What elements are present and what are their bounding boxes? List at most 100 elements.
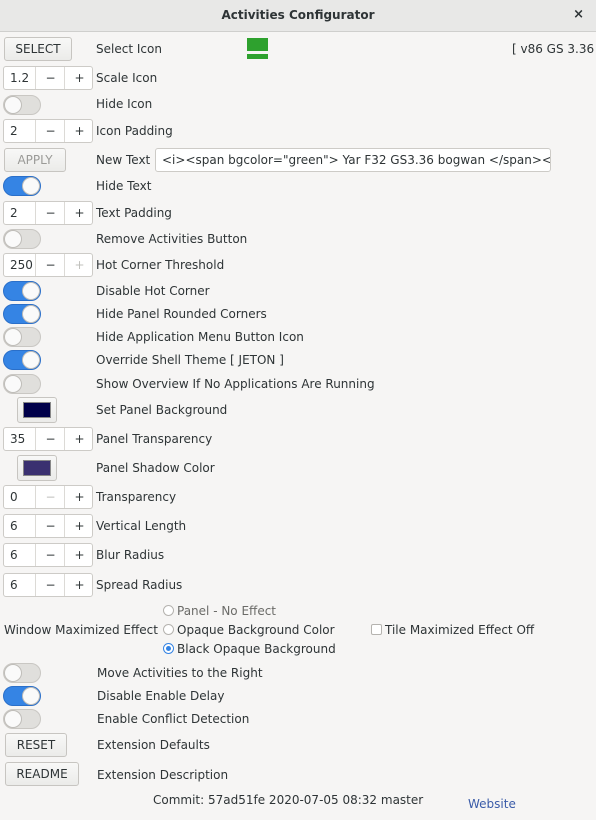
spread-radius-spinner[interactable]: 6 − + bbox=[3, 573, 93, 597]
toggle-knob bbox=[22, 351, 40, 369]
disable-hot-corner-label: Disable Hot Corner bbox=[96, 284, 210, 298]
toggle-knob bbox=[4, 710, 22, 728]
remove-activities-toggle[interactable] bbox=[3, 229, 41, 249]
vertical-length-spinner[interactable]: 6 − + bbox=[3, 514, 93, 538]
move-activities-toggle[interactable] bbox=[3, 663, 41, 683]
icon-padding-label: Icon Padding bbox=[96, 124, 173, 138]
text-padding-increment[interactable]: + bbox=[64, 202, 94, 224]
text-padding-label: Text Padding bbox=[96, 206, 172, 220]
panel-transparency-spinner[interactable]: 35 − + bbox=[3, 427, 93, 451]
vertical-length-decrement[interactable]: − bbox=[35, 515, 65, 537]
tile-maximized-effect-checkbox[interactable] bbox=[371, 624, 382, 635]
toggle-knob bbox=[4, 230, 22, 248]
radio-black-opaque-background[interactable] bbox=[163, 643, 174, 654]
icon-preview-bar bbox=[247, 54, 268, 59]
transparency-increment[interactable]: + bbox=[64, 486, 94, 508]
new-text-label: New Text bbox=[96, 153, 151, 167]
transparency-spinner[interactable]: 0 − + bbox=[3, 485, 93, 509]
close-icon[interactable]: × bbox=[573, 7, 584, 22]
apply-button[interactable]: APPLY bbox=[4, 148, 66, 172]
icon-padding-spinner[interactable]: 2 − + bbox=[3, 119, 93, 143]
hide-text-label: Hide Text bbox=[96, 179, 152, 193]
icon-padding-decrement[interactable]: − bbox=[35, 120, 65, 142]
text-padding-spinner[interactable]: 2 − + bbox=[3, 201, 93, 225]
scale-icon-increment[interactable]: + bbox=[64, 67, 94, 89]
readme-button[interactable]: README bbox=[5, 762, 79, 786]
radio-panel-no-effect[interactable] bbox=[163, 605, 174, 616]
spread-radius-value[interactable]: 6 bbox=[10, 578, 18, 592]
select-icon-button[interactable]: SELECT bbox=[4, 37, 72, 61]
panel-transparency-decrement[interactable]: − bbox=[35, 428, 65, 450]
hot-corner-threshold-increment[interactable]: + bbox=[64, 254, 94, 276]
title-bar: Activities Configurator × bbox=[0, 0, 596, 32]
hide-app-menu-label: Hide Application Menu Button Icon bbox=[96, 330, 304, 344]
blur-radius-value[interactable]: 6 bbox=[10, 548, 18, 562]
panel-transparency-increment[interactable]: + bbox=[64, 428, 94, 450]
blur-radius-spinner[interactable]: 6 − + bbox=[3, 543, 93, 567]
scale-icon-decrement[interactable]: − bbox=[35, 67, 65, 89]
toggle-knob bbox=[4, 375, 22, 393]
disable-hot-corner-toggle[interactable] bbox=[3, 281, 41, 301]
vertical-length-increment[interactable]: + bbox=[64, 515, 94, 537]
commit-info: Commit: 57ad51fe 2020-07-05 08:32 master bbox=[153, 793, 424, 807]
disable-enable-delay-label: Disable Enable Delay bbox=[97, 689, 225, 703]
hot-corner-threshold-label: Hot Corner Threshold bbox=[96, 258, 225, 272]
disable-enable-delay-toggle[interactable] bbox=[3, 686, 41, 706]
toggle-knob bbox=[22, 687, 40, 705]
extension-defaults-label: Extension Defaults bbox=[97, 738, 210, 752]
remove-activities-label: Remove Activities Button bbox=[96, 232, 248, 246]
scale-icon-value[interactable]: 1.2 bbox=[10, 71, 29, 85]
hot-corner-threshold-value[interactable]: 250 bbox=[10, 258, 33, 272]
radio-opaque-background-color-label: Opaque Background Color bbox=[177, 623, 335, 637]
hide-panel-rounded-label: Hide Panel Rounded Corners bbox=[96, 307, 267, 321]
text-padding-value[interactable]: 2 bbox=[10, 206, 18, 220]
hide-icon-label: Hide Icon bbox=[96, 97, 153, 111]
transparency-value[interactable]: 0 bbox=[10, 490, 18, 504]
override-shell-theme-toggle[interactable] bbox=[3, 350, 41, 370]
hide-app-menu-toggle[interactable] bbox=[3, 327, 41, 347]
text-padding-decrement[interactable]: − bbox=[35, 202, 65, 224]
blur-radius-label: Blur Radius bbox=[96, 548, 165, 562]
scale-icon-spinner[interactable]: 1.2 − + bbox=[3, 66, 93, 90]
icon-padding-value[interactable]: 2 bbox=[10, 124, 18, 138]
hide-text-toggle[interactable] bbox=[3, 176, 41, 196]
vertical-length-label: Vertical Length bbox=[96, 519, 187, 533]
window-title: Activities Configurator bbox=[221, 8, 375, 22]
transparency-label: Transparency bbox=[96, 490, 177, 504]
radio-panel-no-effect-label: Panel - No Effect bbox=[177, 604, 276, 618]
icon-padding-increment[interactable]: + bbox=[64, 120, 94, 142]
select-icon-label: Select Icon bbox=[96, 42, 162, 56]
radio-black-opaque-background-label: Black Opaque Background bbox=[177, 642, 336, 656]
tile-maximized-effect-label: Tile Maximized Effect Off bbox=[385, 623, 535, 637]
radio-opaque-background-color[interactable] bbox=[163, 624, 174, 635]
transparency-decrement[interactable]: − bbox=[35, 486, 65, 508]
show-overview-label: Show Overview If No Applications Are Run… bbox=[96, 377, 375, 391]
hot-corner-threshold-decrement[interactable]: − bbox=[35, 254, 65, 276]
reset-button[interactable]: RESET bbox=[5, 733, 67, 757]
blur-radius-increment[interactable]: + bbox=[64, 544, 94, 566]
panel-shadow-color-button[interactable] bbox=[17, 455, 57, 481]
vertical-length-value[interactable]: 6 bbox=[10, 519, 18, 533]
blur-radius-decrement[interactable]: − bbox=[35, 544, 65, 566]
hide-icon-toggle[interactable] bbox=[3, 95, 41, 115]
toggle-knob bbox=[4, 664, 22, 682]
toggle-knob bbox=[22, 177, 40, 195]
hot-corner-threshold-spinner[interactable]: 250 − + bbox=[3, 253, 93, 277]
panel-background-color-button[interactable] bbox=[17, 397, 57, 423]
toggle-knob bbox=[4, 328, 22, 346]
show-overview-toggle[interactable] bbox=[3, 374, 41, 394]
enable-conflict-detection-toggle[interactable] bbox=[3, 709, 41, 729]
panel-shadow-color-label: Panel Shadow Color bbox=[96, 461, 215, 475]
toggle-knob bbox=[22, 305, 40, 323]
panel-transparency-value[interactable]: 35 bbox=[10, 432, 25, 446]
spread-radius-decrement[interactable]: − bbox=[35, 574, 65, 596]
new-text-input[interactable]: <i><span bgcolor="green"> Yar F32 GS3.36… bbox=[155, 148, 551, 172]
website-link[interactable]: Website bbox=[468, 797, 516, 811]
toggle-knob bbox=[4, 96, 22, 114]
panel-shadow-swatch bbox=[23, 460, 51, 476]
move-activities-label: Move Activities to the Right bbox=[97, 666, 263, 680]
hide-panel-rounded-toggle[interactable] bbox=[3, 304, 41, 324]
override-shell-theme-label: Override Shell Theme [ JETON ] bbox=[96, 353, 284, 367]
set-panel-background-label: Set Panel Background bbox=[96, 403, 228, 417]
spread-radius-increment[interactable]: + bbox=[64, 574, 94, 596]
